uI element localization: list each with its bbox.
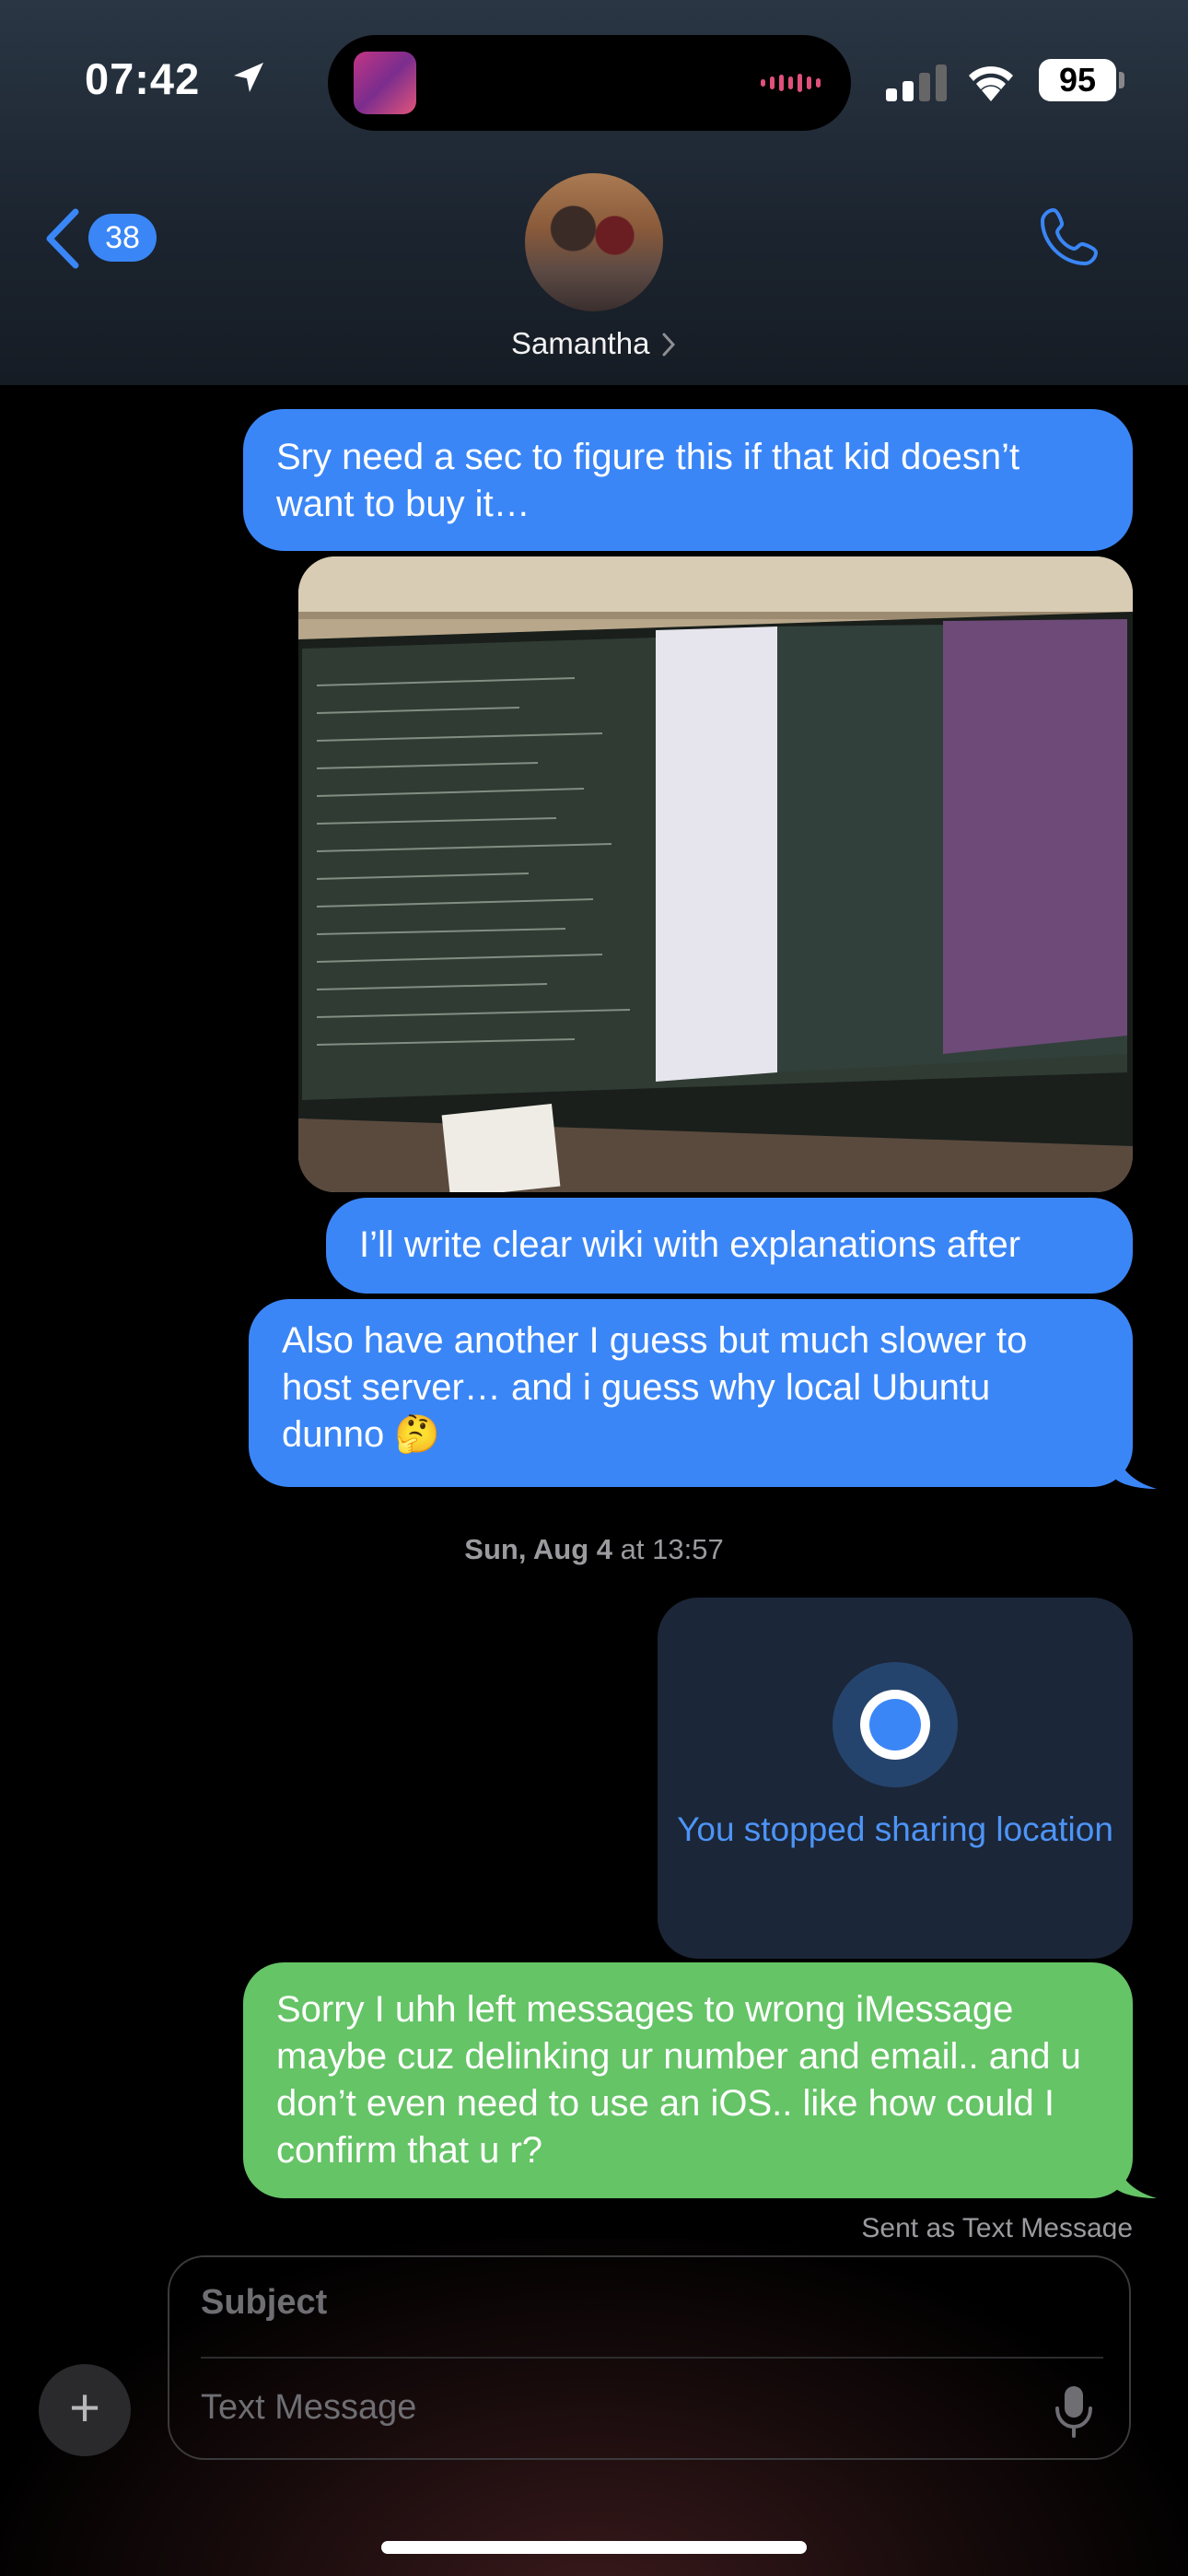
message-bubble-sent[interactable]: Sry need a sec to figure this if that ki… [243, 409, 1133, 551]
status-time: 07:42 [85, 54, 201, 103]
back-chevron-icon[interactable] [42, 206, 83, 271]
chevron-right-icon[interactable] [661, 332, 676, 357]
contact-avatar[interactable] [525, 173, 663, 311]
monitor-photo [298, 556, 1133, 1192]
add-attachment-button[interactable]: + [39, 2364, 131, 2456]
battery-nub [1119, 72, 1124, 88]
phone-call-icon[interactable] [1037, 205, 1101, 269]
dynamic-island[interactable] [328, 35, 851, 131]
wifi-icon [969, 66, 1013, 101]
sms-bubble-sent[interactable]: Sorry I uhh left messages to wrong iMess… [243, 1962, 1133, 2198]
location-status-text: You stopped sharing location [677, 1810, 1113, 1848]
location-sharing-card[interactable]: You stopped sharing location [658, 1598, 1133, 1959]
message-bubble-sent[interactable]: Also have another I guess but much slowe… [249, 1299, 1133, 1487]
location-arrow-icon [234, 63, 263, 92]
unread-count-badge[interactable]: 38 [88, 214, 157, 262]
message-input[interactable]: Text Message [201, 2388, 416, 2428]
bubble-tail [1116, 2161, 1157, 2198]
live-activity-app-icon [354, 52, 416, 114]
photo-attachment[interactable] [298, 556, 1133, 1192]
subject-input[interactable]: Subject [201, 2283, 327, 2323]
message-bubble-sent[interactable]: I’ll write clear wiki with explanations … [326, 1198, 1133, 1294]
contact-name[interactable]: Samantha [511, 326, 649, 361]
microphone-icon[interactable] [1054, 2384, 1094, 2440]
cellular-signal-icon [886, 64, 947, 101]
conversation-header: 07:42 95 38 Samantha [0, 0, 1188, 385]
sent-as-text-note: Sent as Text Message [861, 2213, 1133, 2239]
audio-waveform-icon [761, 74, 821, 92]
home-indicator[interactable] [381, 2541, 807, 2554]
message-timestamp: Sun, Aug 4 at 13:57 [464, 1533, 724, 1565]
bubble-tail [1116, 1452, 1157, 1489]
location-dot-icon [833, 1662, 958, 1787]
compose-divider [201, 2357, 1103, 2359]
plus-icon: + [69, 2378, 100, 2438]
battery-indicator: 95 [1039, 59, 1116, 101]
